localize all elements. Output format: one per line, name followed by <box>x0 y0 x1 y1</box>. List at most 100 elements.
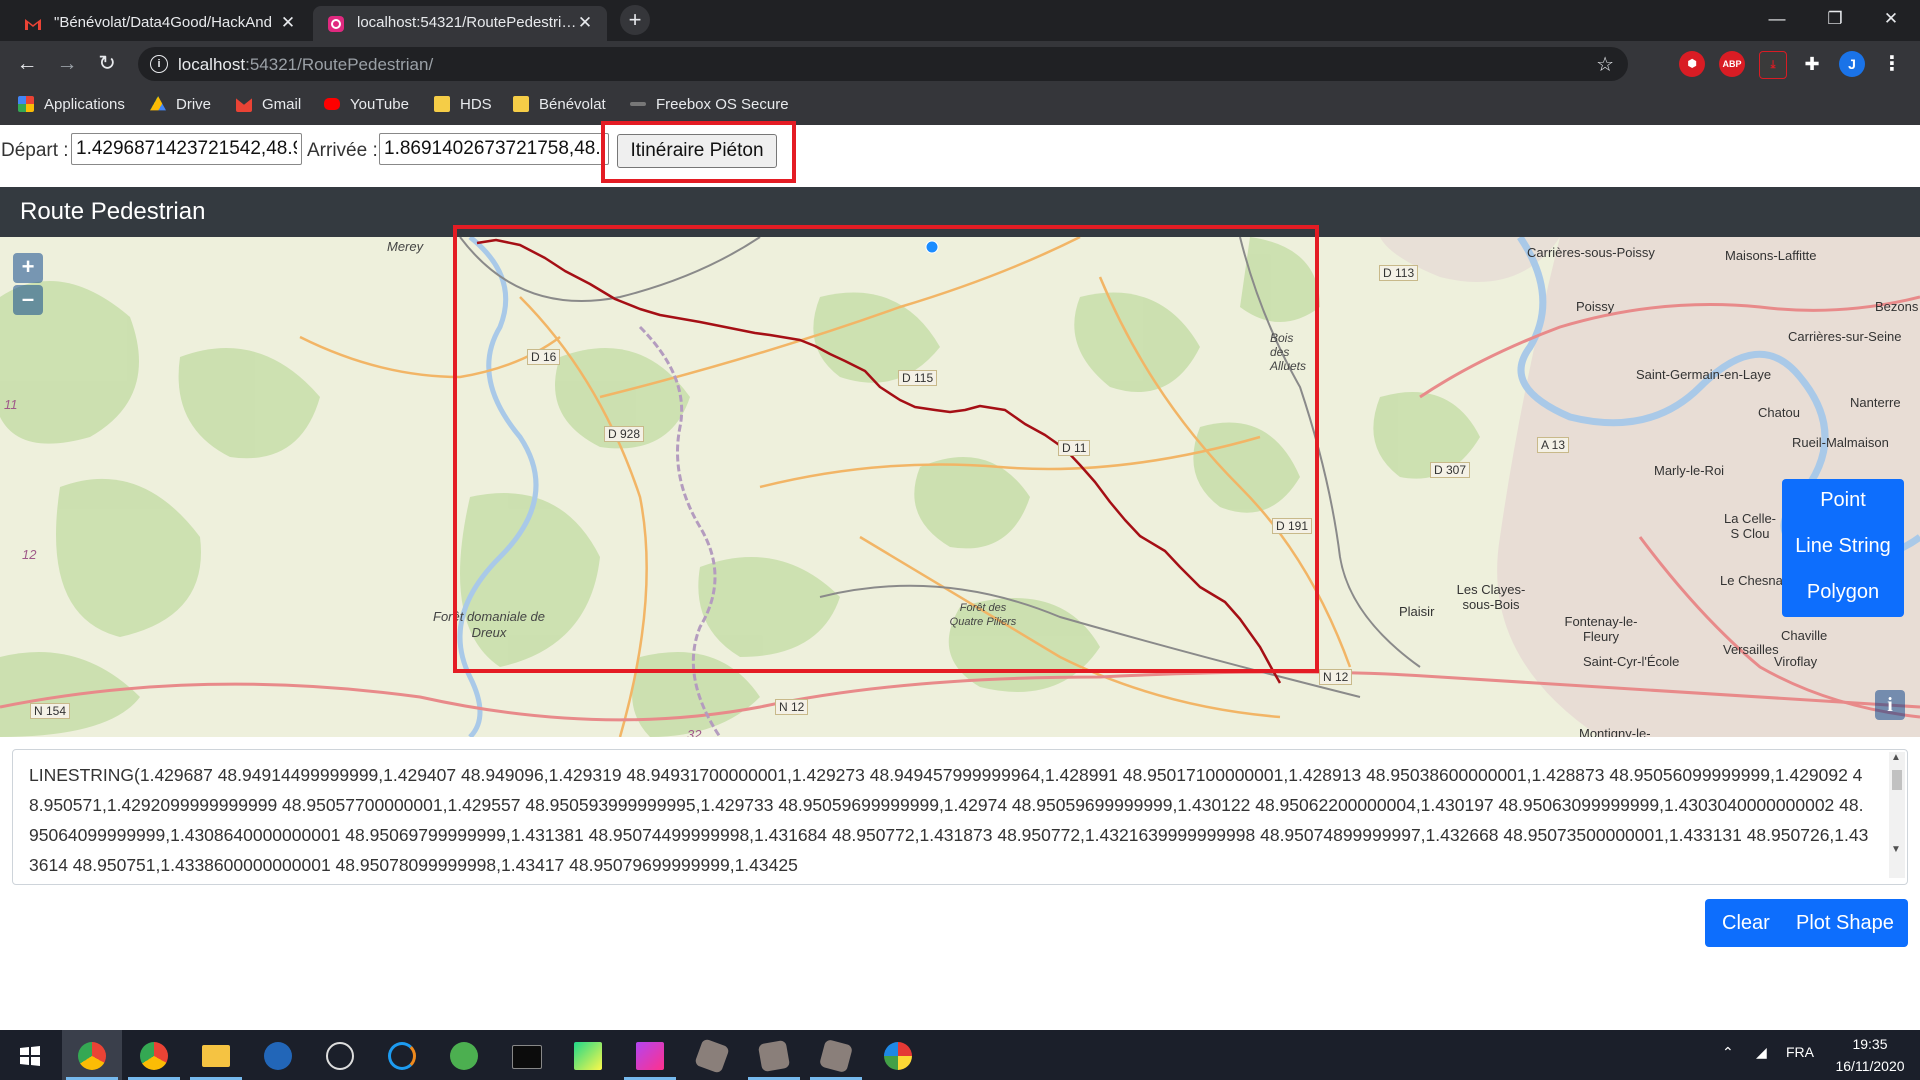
action-button-group: Clear Plot Shape <box>1705 899 1908 947</box>
taskbar-atom[interactable] <box>434 1030 494 1080</box>
place-label: Maisons-Laffitte <box>1725 248 1817 263</box>
atom-icon <box>450 1042 478 1070</box>
attribution-info-button[interactable]: i <box>1875 690 1905 720</box>
place-label: Chatou <box>1758 405 1800 420</box>
textarea-scrollbar[interactable]: ▲ ▼ <box>1889 752 1905 878</box>
taskbar-terminal[interactable] <box>496 1030 556 1080</box>
place-label: Bezons <box>1875 299 1919 314</box>
taskbar-pycharm[interactable] <box>558 1030 618 1080</box>
shape-option-polygon[interactable]: Polygon <box>1782 581 1904 604</box>
zoom-in-button[interactable]: + <box>13 253 43 283</box>
edge-number: 11 <box>4 397 18 412</box>
bookmark-gmail[interactable]: Gmail <box>236 96 301 116</box>
taskbar-phpstorm[interactable] <box>620 1030 680 1080</box>
taskbar-sync[interactable] <box>372 1030 432 1080</box>
forward-icon[interactable]: → <box>52 50 82 78</box>
bookmark-freebox[interactable]: Freebox OS Secure <box>630 96 789 116</box>
arrivee-label: Arrivée : <box>307 140 378 161</box>
menu-kebab-icon[interactable]: ⋮ <box>1879 51 1905 77</box>
network-icon[interactable]: ◢ <box>1756 1044 1767 1061</box>
language-indicator[interactable]: FRA <box>1786 1044 1814 1060</box>
extension-shield-icon[interactable]: ⬢ <box>1679 51 1705 77</box>
taskbar-box-2[interactable] <box>744 1030 804 1080</box>
freebox-icon <box>630 102 646 106</box>
gmail-icon <box>236 98 252 112</box>
place-label: Les Clayes-sous-Bois <box>1456 582 1526 612</box>
taskbar-paint[interactable] <box>868 1030 928 1080</box>
road-label: D 191 <box>1272 518 1313 534</box>
taskbar-box-3[interactable] <box>806 1030 866 1080</box>
road-label: N 12 <box>1319 669 1353 685</box>
scroll-up-icon[interactable]: ▲ <box>1891 752 1901 763</box>
bookmark-benevolat[interactable]: Bénévolat <box>513 96 606 116</box>
bookmark-applications[interactable]: Applications <box>18 96 125 116</box>
tab-route-pedestrian[interactable]: localhost:54321/RoutePedestrian ✕ <box>313 6 607 41</box>
scroll-thumb[interactable] <box>1892 770 1902 790</box>
tab-gmail[interactable]: "Bénévolat/Data4Good/HackAnd ✕ <box>10 6 310 41</box>
clear-button[interactable]: Clear <box>1722 899 1770 947</box>
taskbar-r[interactable] <box>248 1030 308 1080</box>
gmail-icon <box>25 19 41 30</box>
page-title: Route Pedestrian <box>20 198 206 225</box>
wkt-textarea[interactable]: LINESTRING(1.429687 48.94914499999999,1.… <box>12 749 1908 885</box>
minimize-icon[interactable]: — <box>1748 0 1806 38</box>
bookmark-youtube[interactable]: YouTube <box>324 96 409 116</box>
window-close-icon[interactable]: ✕ <box>1862 0 1920 38</box>
adblock-icon[interactable]: ABP <box>1719 51 1745 77</box>
taskbar-obs[interactable] <box>310 1030 370 1080</box>
map-view[interactable]: Merey Carrières-sous-Poissy Maisons-Laff… <box>0 237 1920 737</box>
road-label: D 11 <box>1058 440 1091 456</box>
taskbar-file-explorer[interactable] <box>186 1030 246 1080</box>
maximize-icon[interactable]: ❐ <box>1806 0 1864 38</box>
shape-type-panel: Point Line String Polygon <box>1782 479 1904 617</box>
new-tab-button[interactable]: + <box>620 5 650 35</box>
tray-chevron-icon[interactable]: ⌃ <box>1722 1044 1734 1061</box>
scroll-down-icon[interactable]: ▼ <box>1891 844 1901 855</box>
system-clock[interactable]: 19:35 16/11/2020 <box>1820 1033 1920 1077</box>
place-label: Chaville <box>1781 628 1828 643</box>
browser-toolbar: ← → ↻ i localhost:54321/RoutePedestrian/… <box>0 41 1920 87</box>
bookmark-drive[interactable]: Drive <box>150 96 211 116</box>
tab-title: "Bénévolat/Data4Good/HackAnd <box>54 14 272 31</box>
reload-icon[interactable]: ↻ <box>92 50 122 78</box>
bookmark-star-icon[interactable]: ☆ <box>1596 52 1614 77</box>
taskbar-chrome[interactable] <box>62 1030 122 1080</box>
sync-icon <box>388 1042 416 1070</box>
back-icon[interactable]: ← <box>12 50 42 78</box>
depart-input[interactable] <box>71 133 302 165</box>
extensions-puzzle-icon[interactable]: ✚ <box>1799 51 1825 77</box>
edge-number: 12 <box>22 547 37 562</box>
drive-icon <box>150 96 166 111</box>
place-label: Le Chesna <box>1720 573 1783 588</box>
box-icon <box>694 1038 730 1074</box>
taskbar-chrome-alt[interactable] <box>124 1030 184 1080</box>
close-icon[interactable]: ✕ <box>278 13 298 33</box>
url-text[interactable]: localhost:54321/RoutePedestrian/ <box>178 55 433 75</box>
folder-icon <box>202 1045 230 1067</box>
place-label: Carrières-sur-Seine <box>1788 329 1902 344</box>
pdf-icon[interactable]: ⤓ <box>1759 51 1787 79</box>
profile-avatar[interactable]: J <box>1839 51 1865 77</box>
shape-option-linestring[interactable]: Line String <box>1782 535 1904 558</box>
taskbar-box-1[interactable] <box>682 1030 742 1080</box>
box-icon <box>818 1038 854 1074</box>
road-label: D 115 <box>898 370 938 386</box>
place-label: Viroflay <box>1774 654 1818 669</box>
chrome-icon <box>78 1042 106 1070</box>
place-label: Montigny-le- <box>1579 726 1651 737</box>
place-label: Nanterre <box>1850 395 1901 410</box>
itineraire-pieton-button[interactable]: Itinéraire Piéton <box>617 134 777 168</box>
bookmark-hds[interactable]: HDS <box>434 96 492 116</box>
address-bar[interactable]: i localhost:54321/RoutePedestrian/ ☆ <box>138 47 1628 81</box>
zoom-out-button[interactable]: – <box>13 285 43 315</box>
close-icon[interactable]: ✕ <box>575 13 595 33</box>
wkt-text[interactable]: LINESTRING(1.429687 48.94914499999999,1.… <box>29 760 1869 880</box>
windows-start-icon[interactable] <box>0 1030 60 1080</box>
place-label: Merey <box>387 239 424 254</box>
location-marker[interactable] <box>925 240 939 254</box>
shape-option-point[interactable]: Point <box>1782 489 1904 512</box>
arrivee-input[interactable] <box>379 133 609 165</box>
youtube-icon <box>324 98 340 110</box>
plot-shape-button[interactable]: Plot Shape <box>1796 899 1894 947</box>
site-info-icon[interactable]: i <box>150 55 168 73</box>
